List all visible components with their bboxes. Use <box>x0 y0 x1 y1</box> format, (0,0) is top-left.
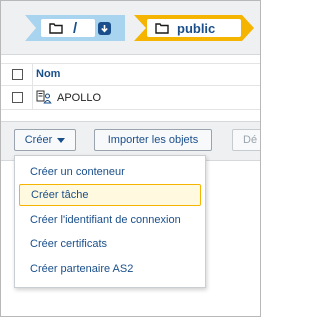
column-header-name[interactable]: Nom <box>36 68 60 80</box>
menu-item-create-as2-partner[interactable]: Créer partenaire AS2 <box>19 258 201 280</box>
column-divider <box>32 64 33 85</box>
breadcrumb-current-pill[interactable]: public <box>147 19 241 37</box>
breadcrumb-current-label: public <box>177 20 216 36</box>
row-name[interactable]: APOLLO <box>57 92 101 104</box>
breadcrumb-root-label: / <box>73 19 78 37</box>
column-divider <box>32 86 33 109</box>
table-row[interactable]: APOLLO <box>1 86 260 110</box>
navigate-down-icon[interactable] <box>98 22 111 35</box>
select-all-checkbox[interactable] <box>12 69 23 80</box>
create-button-label: Créer <box>24 134 53 146</box>
menu-item-create-certificates[interactable]: Créer certificats <box>19 233 201 255</box>
disabled-button-label: Dé <box>243 134 258 146</box>
disabled-action-button: Dé <box>232 129 260 151</box>
folder-icon <box>155 22 169 34</box>
objects-table: Nom APOLLO <box>1 63 260 110</box>
app-window: / public Nom APOLLO Créer Importer les o… <box>0 0 261 317</box>
server-user-icon <box>36 90 52 104</box>
chevron-down-icon <box>57 137 66 143</box>
folder-icon <box>49 22 63 34</box>
row-checkbox[interactable] <box>12 92 23 103</box>
breadcrumb-root-pill[interactable]: / <box>41 19 95 37</box>
menu-item-create-login[interactable]: Créer l'identifiant de connexion <box>19 209 201 231</box>
import-objects-button[interactable]: Importer les objets <box>94 129 212 151</box>
table-header: Nom <box>1 63 260 86</box>
create-button[interactable]: Créer <box>14 129 76 151</box>
menu-item-create-task[interactable]: Créer tâche <box>19 184 201 206</box>
breadcrumb-bar: / public <box>1 1 260 55</box>
menu-item-create-container[interactable]: Créer un conteneur <box>19 161 201 183</box>
create-dropdown-menu: Créer un conteneur Créer tâche Créer l'i… <box>14 155 206 288</box>
import-button-label: Importer les objets <box>107 134 199 146</box>
